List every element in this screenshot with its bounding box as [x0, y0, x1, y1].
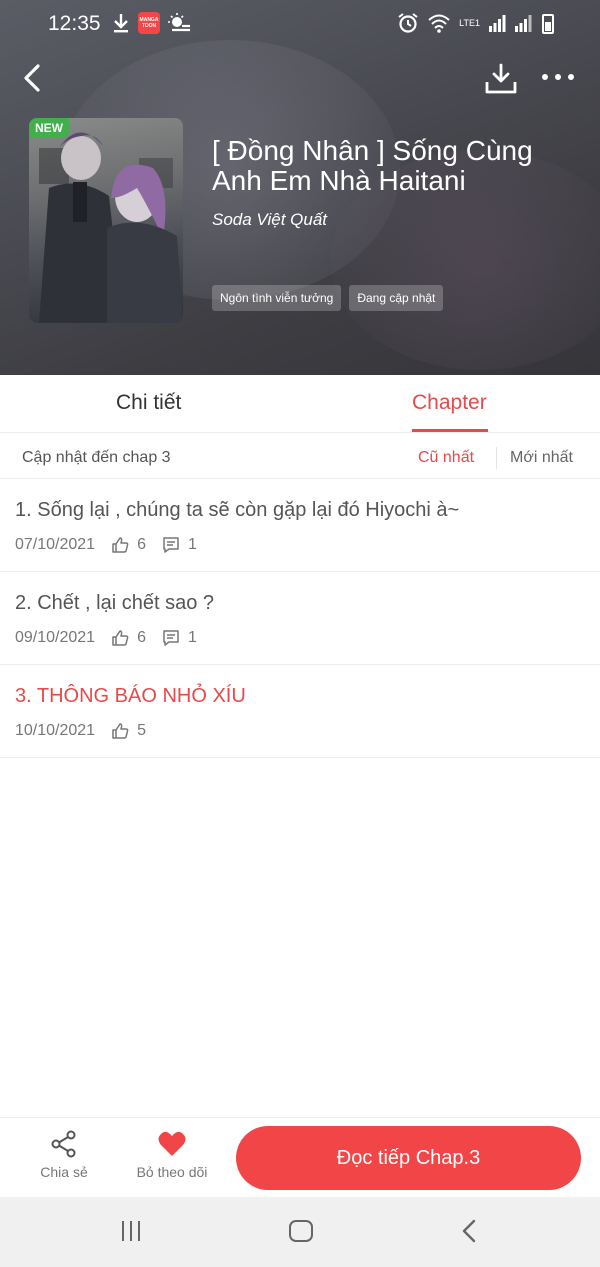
network-label: LTE1	[459, 18, 480, 28]
comment-count: 1	[187, 536, 197, 553]
tab-chapter[interactable]: Chapter	[412, 391, 487, 415]
sort-oldest-button[interactable]: Cũ nhất	[418, 449, 474, 467]
comment-icon	[163, 537, 179, 553]
status-bar: 12:35 MANGA TOON LTE1	[0, 0, 600, 48]
share-button[interactable]: Chia sẻ	[30, 1130, 98, 1180]
status-notification-icons: MANGA TOON	[112, 12, 192, 34]
chapter-meta: 09/10/2021 6 1	[15, 629, 213, 647]
heart-icon	[158, 1131, 186, 1156]
home-icon[interactable]	[289, 1220, 313, 1242]
chapter-date: 09/10/2021	[15, 629, 96, 646]
tab-detail[interactable]: Chi tiết	[116, 391, 181, 415]
app-logo-icon: MANGA TOON	[138, 12, 160, 34]
chapter-meta: 10/10/2021 5	[15, 722, 162, 740]
download-notification-icon	[114, 14, 128, 33]
recent-apps-icon[interactable]	[122, 1221, 146, 1241]
battery-icon	[542, 14, 554, 34]
comment-count: 1	[187, 629, 197, 646]
more-icon[interactable]	[542, 74, 578, 84]
chapter-date: 10/10/2021	[15, 722, 96, 739]
comic-cover: NEW	[29, 118, 183, 323]
comment-icon	[163, 630, 179, 646]
chapter-title: 1. Sống lại , chúng ta sẽ còn gặp lại đó…	[15, 499, 460, 521]
cover-illustration	[39, 132, 183, 323]
active-tab-indicator	[412, 429, 488, 432]
wifi-icon	[428, 14, 450, 33]
like-count: 5	[137, 722, 146, 739]
unfollow-button[interactable]: Bỏ theo dõi	[128, 1130, 216, 1180]
continue-reading-button[interactable]: Đọc tiếp Chap.3	[236, 1126, 581, 1190]
sort-divider	[496, 447, 497, 469]
bottom-action-bar: Chia sẻ Bỏ theo dõi Đọc tiếp Chap.3	[0, 1117, 600, 1197]
comic-tags: Ngôn tình viễn tưởng Đang cập nhật	[212, 285, 444, 311]
share-label: Chia sẻ	[40, 1164, 88, 1180]
chapter-meta: 07/10/2021 6 1	[15, 536, 213, 554]
chapter-item[interactable]: 3. THÔNG BÁO NHỎ XÍU 10/10/2021 5	[0, 665, 600, 758]
download-icon[interactable]	[484, 62, 518, 96]
chapter-title: 3. THÔNG BÁO NHỎ XÍU	[15, 685, 246, 707]
status-system-icons: LTE1	[397, 12, 556, 34]
tag-status[interactable]: Đang cập nhật	[349, 285, 444, 311]
chapter-item[interactable]: 2. Chết , lại chết sao ? 09/10/2021 6 1	[0, 572, 600, 665]
new-badge: NEW	[29, 118, 69, 138]
chapter-item[interactable]: 1. Sống lại , chúng ta sẽ còn gặp lại đó…	[0, 479, 600, 572]
like-count: 6	[137, 629, 146, 646]
comic-title: [ Đồng Nhân ] Sống Cùng Anh Em Nhà Haita…	[212, 135, 533, 196]
thumb-up-icon	[112, 537, 129, 553]
thumb-up-icon	[112, 630, 129, 646]
signal-icon	[489, 15, 506, 32]
tag-genre[interactable]: Ngôn tình viễn tưởng	[212, 285, 342, 311]
system-navigation-bar	[0, 1197, 600, 1267]
chapter-sort-bar: Cập nhật đến chap 3 Cũ nhất Mới nhất	[0, 433, 600, 479]
chapter-title: 2. Chết , lại chết sao ?	[15, 592, 215, 614]
alarm-icon	[398, 13, 418, 33]
thumb-up-icon	[112, 723, 129, 739]
comic-author[interactable]: Soda Việt Quất	[212, 210, 327, 230]
comic-header: 12:35 MANGA TOON LTE1 NEW [Đồng Nhân] …	[0, 0, 600, 375]
back-arrow-icon[interactable]	[18, 62, 50, 94]
detail-tabs: Chi tiết Chapter	[0, 375, 600, 433]
share-icon	[51, 1130, 76, 1158]
unfollow-label: Bỏ theo dõi	[136, 1164, 208, 1180]
system-back-icon[interactable]	[460, 1219, 478, 1243]
update-status: Cập nhật đến chap 3	[22, 449, 171, 466]
signal-icon	[515, 15, 532, 32]
chapter-date: 07/10/2021	[15, 536, 96, 553]
weather-icon	[168, 13, 190, 32]
like-count: 6	[137, 536, 146, 553]
status-time: 12:35	[48, 12, 101, 35]
sort-newest-button[interactable]: Mới nhất	[510, 449, 573, 467]
